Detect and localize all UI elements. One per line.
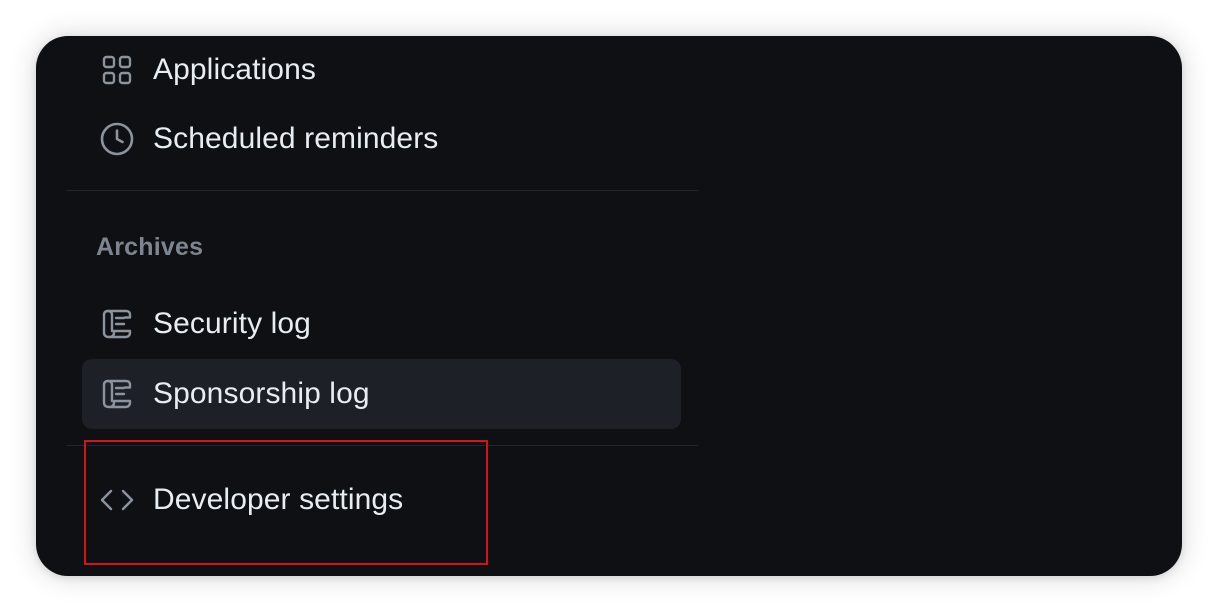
sidebar-item-sponsorship-log[interactable]: Sponsorship log — [82, 359, 681, 429]
sidebar-item-label: Scheduled reminders — [153, 122, 439, 155]
sidebar-item-label: Sponsorship log — [153, 377, 370, 410]
sidebar-divider — [66, 445, 698, 446]
sidebar-item-scheduled-reminders[interactable]: Scheduled reminders — [82, 104, 681, 174]
apps-grid-icon — [99, 52, 135, 88]
log-icon — [99, 306, 135, 342]
sidebar-item-security-log[interactable]: Security log — [82, 289, 681, 359]
sidebar-item-label: Security log — [153, 307, 311, 340]
log-icon — [99, 376, 135, 412]
sidebar-divider — [66, 190, 698, 191]
code-icon — [99, 482, 135, 518]
sidebar-item-label: Developer settings — [153, 483, 404, 516]
settings-sidebar-window: Applications Scheduled reminders Archive… — [36, 36, 1182, 576]
section-heading-archives: Archives — [96, 233, 204, 261]
sidebar-item-developer-settings[interactable]: Developer settings — [82, 465, 681, 535]
clock-icon — [99, 121, 135, 157]
sidebar-item-applications[interactable]: Applications — [82, 36, 681, 105]
sidebar-item-label: Applications — [153, 53, 316, 86]
